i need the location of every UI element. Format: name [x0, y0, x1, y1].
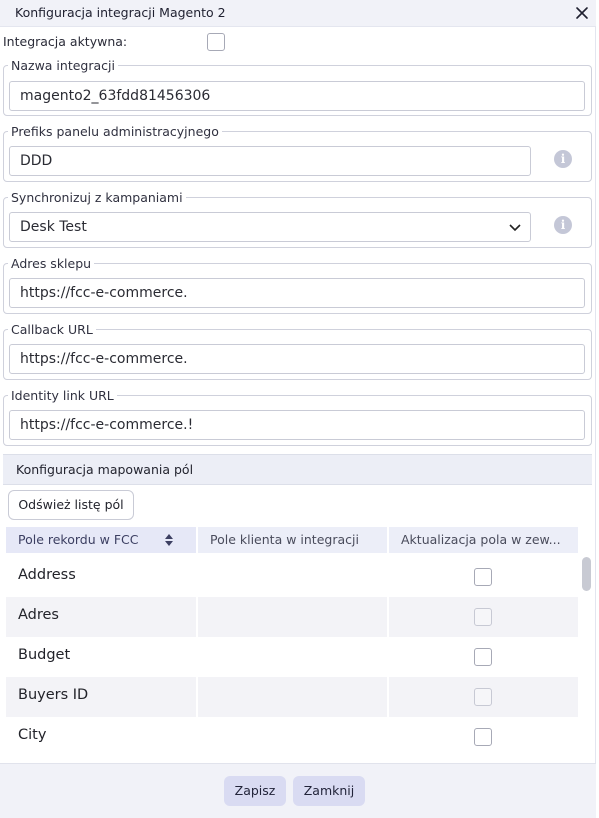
- active-checkbox[interactable]: [207, 33, 225, 51]
- row-field-name: Address: [18, 567, 76, 583]
- active-label: Integracja aktywna:: [3, 34, 128, 49]
- close-button[interactable]: Zamknij: [293, 776, 365, 806]
- close-icon[interactable]: [572, 3, 592, 23]
- integration-config-dialog: Konfiguracja integracji Magento 2 Integr…: [0, 0, 596, 818]
- campaign-select-value: Desk Test: [20, 219, 87, 235]
- identity-link-input[interactable]: https://fcc-e-commerce.!: [9, 410, 585, 440]
- identity-link-legend: Identity link URL: [11, 388, 114, 403]
- save-button[interactable]: Zapisz: [224, 776, 286, 806]
- shop-address-legend: Adres sklepu: [11, 256, 92, 271]
- table-row: Address: [6, 557, 578, 597]
- update-checkbox[interactable]: [474, 608, 492, 626]
- callback-url-value: https://fcc-e-commerce.: [20, 351, 188, 367]
- campaign-legend: Synchronizuj z kampaniami: [11, 190, 183, 205]
- info-icon[interactable]: i: [554, 150, 572, 168]
- dialog-titlebar: Konfiguracja integracji Magento 2: [0, 0, 596, 27]
- campaign-select[interactable]: Desk Test: [9, 212, 531, 242]
- name-legend: Nazwa integracji: [11, 58, 115, 73]
- table-row: Budget: [6, 637, 578, 677]
- callback-url-legend: Callback URL: [11, 322, 93, 337]
- shop-address-input[interactable]: https://fcc-e-commerce.: [9, 278, 585, 308]
- table-row: Buyers ID: [6, 677, 578, 717]
- integration-name-input[interactable]: magento2_63fdd81456306: [9, 81, 585, 111]
- mapping-section-title: Konfiguracja mapowania pól: [16, 462, 194, 477]
- column-header-update[interactable]: Aktualizacja pola w zew...: [389, 527, 578, 553]
- refresh-fields-button[interactable]: Odśwież listę pól: [8, 490, 134, 520]
- row-field-name: Budget: [18, 647, 71, 663]
- column-header-label: Pole rekordu w FCC: [18, 532, 139, 547]
- dialog-footer: Zapisz Zamknij: [0, 763, 596, 818]
- client-field-cell[interactable]: [198, 677, 387, 717]
- table-row: City: [6, 717, 578, 757]
- mapping-section-header: Konfiguracja mapowania pól: [3, 454, 592, 485]
- client-field-cell[interactable]: [198, 717, 387, 757]
- admin-prefix-value: DDD: [20, 153, 53, 169]
- admin-prefix-input[interactable]: DDD: [9, 146, 531, 176]
- update-checkbox[interactable]: [474, 648, 492, 666]
- table-scrollbar[interactable]: [582, 557, 591, 591]
- shop-address-value: https://fcc-e-commerce.: [20, 285, 188, 301]
- info-icon[interactable]: i: [554, 216, 572, 234]
- row-field-name: Adres: [18, 607, 59, 623]
- callback-url-input[interactable]: https://fcc-e-commerce.: [9, 344, 585, 374]
- integration-name-value: magento2_63fdd81456306: [20, 88, 211, 104]
- client-field-cell[interactable]: [198, 557, 387, 597]
- identity-link-value: https://fcc-e-commerce.!: [20, 417, 194, 433]
- update-checkbox[interactable]: [474, 688, 492, 706]
- chevron-down-icon: [509, 224, 521, 232]
- update-checkbox[interactable]: [474, 568, 492, 586]
- column-header-label: Aktualizacja pola w zew...: [401, 532, 561, 547]
- sort-icon[interactable]: [164, 533, 174, 547]
- table-row: Adres: [6, 597, 578, 637]
- column-header-label: Pole klienta w integracji: [210, 532, 359, 547]
- update-checkbox[interactable]: [474, 728, 492, 746]
- dialog-title: Konfiguracja integracji Magento 2: [15, 5, 226, 20]
- admin-prefix-legend: Prefiks panelu administracyjnego: [11, 124, 219, 139]
- client-field-cell[interactable]: [198, 637, 387, 677]
- row-field-name: City: [18, 727, 47, 743]
- row-field-name: Buyers ID: [18, 687, 89, 703]
- column-header-client-field[interactable]: Pole klienta w integracji: [198, 527, 387, 553]
- client-field-cell[interactable]: [198, 597, 387, 637]
- column-header-fcc-field[interactable]: Pole rekordu w FCC: [6, 527, 196, 553]
